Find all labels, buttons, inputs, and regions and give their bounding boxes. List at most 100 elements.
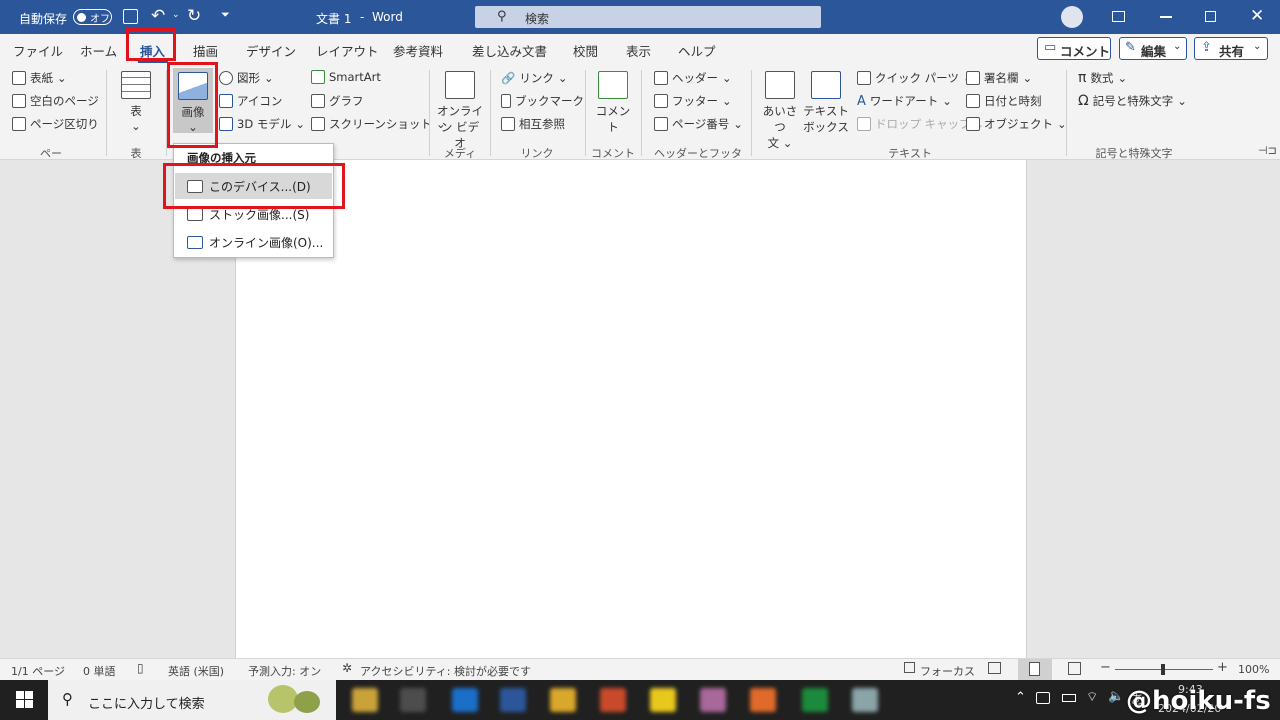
- menu-item-online-images[interactable]: オンライン画像(O)...: [175, 229, 332, 255]
- shapes-button[interactable]: 図形 ⌄: [219, 70, 274, 86]
- zoom-level[interactable]: 100%: [1238, 663, 1269, 676]
- group-label-links: リンク: [520, 147, 554, 160]
- link-button[interactable]: 🔗 リンク ⌄: [501, 70, 567, 86]
- save-icon[interactable]: [123, 9, 138, 24]
- chevron-down-icon: ⌄: [1022, 71, 1033, 85]
- zoom-out-icon[interactable]: −: [1100, 660, 1111, 675]
- pin-ribbon-icon[interactable]: ⊣⊐: [1258, 144, 1277, 157]
- taskbar-chrome-icon[interactable]: [550, 688, 576, 712]
- wordart-button[interactable]: A ワードアート ⌄: [857, 93, 952, 109]
- taskbar-edge-icon[interactable]: [452, 688, 478, 712]
- signature-line-button[interactable]: 署名欄 ⌄: [966, 70, 1032, 86]
- language[interactable]: 英語 (米国): [168, 663, 224, 679]
- text-prediction[interactable]: 予測入力: オン: [248, 663, 321, 679]
- taskbar-notes-icon[interactable]: [650, 688, 676, 712]
- tab-design[interactable]: デザイン: [246, 41, 296, 60]
- tab-review[interactable]: 校閲: [573, 41, 598, 60]
- taskbar-word-icon[interactable]: [500, 688, 526, 712]
- signature-label: 署名欄: [984, 71, 1019, 85]
- blank-page-icon: [12, 94, 26, 108]
- ribbon-display-icon[interactable]: [1112, 11, 1125, 22]
- new-comment-button[interactable]: コメント: [591, 71, 635, 135]
- new-comment-label: コメント: [595, 104, 631, 134]
- table-button[interactable]: 表 ⌄: [117, 71, 155, 133]
- object-button[interactable]: オブジェクト ⌄: [966, 116, 1067, 132]
- taskbar-app-icon[interactable]: [852, 688, 878, 712]
- header-button[interactable]: ヘッダー ⌄: [654, 70, 732, 86]
- autosave-toggle[interactable]: オフ: [73, 9, 112, 25]
- quick-parts-icon: [857, 71, 871, 85]
- taskbar-firefox-icon[interactable]: [750, 688, 776, 712]
- volume-icon[interactable]: 🔈: [1108, 689, 1124, 704]
- taskbar-excel-icon[interactable]: [802, 688, 828, 712]
- document-page[interactable]: [235, 160, 1027, 658]
- 3d-models-button[interactable]: 3D モデル ⌄: [219, 116, 305, 132]
- wifi-icon[interactable]: ⌔: [1086, 689, 1098, 705]
- equation-button[interactable]: π 数式 ⌄: [1078, 70, 1127, 86]
- windows-start-icon[interactable]: [16, 691, 33, 708]
- bookmark-icon: [501, 94, 511, 108]
- comment-button[interactable]: ▭ コメント: [1037, 37, 1111, 60]
- chevron-down-icon: ⌄: [733, 117, 743, 131]
- blank-page-button[interactable]: 空白のページ: [12, 93, 99, 109]
- date-time-button[interactable]: 日付と時刻: [966, 93, 1042, 109]
- tab-file[interactable]: ファイル: [13, 41, 63, 60]
- restore-icon[interactable]: [1205, 11, 1216, 22]
- smartart-button[interactable]: SmartArt: [311, 70, 381, 84]
- page-count[interactable]: 1/1 ページ: [11, 663, 65, 679]
- web-layout-icon[interactable]: [1068, 662, 1081, 675]
- customize-qat-icon[interactable]: ⏷: [221, 8, 230, 22]
- footer-label: フッター: [672, 94, 718, 108]
- page-break-button[interactable]: ページ区切り: [12, 116, 99, 132]
- task-view-icon[interactable]: [352, 688, 378, 712]
- page-number-button[interactable]: ページ番号 ⌄: [654, 116, 743, 132]
- footer-button[interactable]: フッター ⌄: [654, 93, 732, 109]
- share-button[interactable]: ⇪ 共有 ⌄: [1194, 37, 1268, 60]
- undo-icon[interactable]: ↶: [151, 6, 165, 26]
- taskbar-app-icon[interactable]: [400, 688, 426, 712]
- textbox-button[interactable]: テキスト ボックス: [803, 71, 849, 135]
- group-divider: [641, 70, 642, 156]
- bookmark-button[interactable]: ブックマーク: [501, 93, 584, 109]
- tab-home[interactable]: ホーム: [80, 41, 117, 60]
- symbol-button[interactable]: Ω 記号と特殊文字 ⌄: [1078, 93, 1187, 109]
- tab-view[interactable]: 表示: [626, 41, 651, 60]
- proofing-icon[interactable]: ▯: [137, 661, 144, 675]
- stock-image-icon: [187, 207, 203, 221]
- tab-help[interactable]: ヘルプ: [678, 41, 716, 60]
- focus-mode[interactable]: フォーカス: [920, 663, 975, 679]
- minimize-icon[interactable]: [1160, 16, 1172, 18]
- zoom-in-icon[interactable]: +: [1217, 660, 1228, 675]
- accessibility-status[interactable]: アクセシビリティ: 検討が必要です: [360, 663, 531, 679]
- print-layout-button[interactable]: [1018, 659, 1052, 680]
- search-highlight-pistachio-icon: [294, 691, 320, 713]
- tray-app-icon[interactable]: [1036, 692, 1050, 704]
- cover-page-button[interactable]: 表紙 ⌄: [12, 70, 67, 86]
- online-video-button[interactable]: オンライン ビデオ: [437, 71, 483, 151]
- tab-layout[interactable]: レイアウト: [316, 41, 379, 60]
- screenshot-button[interactable]: スクリーンショット ⌄: [311, 116, 446, 132]
- icons-button[interactable]: アイコン: [219, 93, 282, 109]
- 3d-models-label: 3D モデル: [237, 117, 292, 131]
- undo-dropdown-icon[interactable]: ⌄: [172, 10, 180, 20]
- greeting-button[interactable]: あいさつ文 ⌄: [758, 71, 802, 151]
- taskbar-photos-icon[interactable]: [700, 688, 726, 712]
- account-avatar-icon[interactable]: [1061, 6, 1083, 28]
- close-icon[interactable]: ✕: [1250, 6, 1264, 26]
- taskbar-search-box[interactable]: ⚲ ここに入力して検索: [48, 680, 336, 720]
- tab-references[interactable]: 参考資料: [393, 41, 443, 60]
- redo-icon[interactable]: ↻: [187, 6, 201, 26]
- chart-button[interactable]: グラフ: [311, 93, 364, 109]
- quick-parts-button[interactable]: クイック パーツ⌄: [857, 70, 973, 86]
- read-mode-icon[interactable]: [988, 662, 1001, 674]
- tab-mailings[interactable]: 差し込み文書: [472, 41, 547, 60]
- battery-icon[interactable]: [1062, 694, 1076, 702]
- search-box[interactable]: ⚲ 検索: [475, 6, 821, 28]
- zoom-slider-thumb[interactable]: [1161, 664, 1165, 675]
- tray-chevron-icon[interactable]: ⌃: [1015, 690, 1026, 705]
- tab-draw[interactable]: 描画: [193, 41, 218, 60]
- word-count[interactable]: 0 単語: [83, 663, 116, 679]
- edit-mode-button[interactable]: ✎ 編集 ⌄: [1119, 37, 1187, 60]
- taskbar-powerpoint-icon[interactable]: [600, 688, 626, 712]
- cross-reference-button[interactable]: 相互参照: [501, 116, 565, 132]
